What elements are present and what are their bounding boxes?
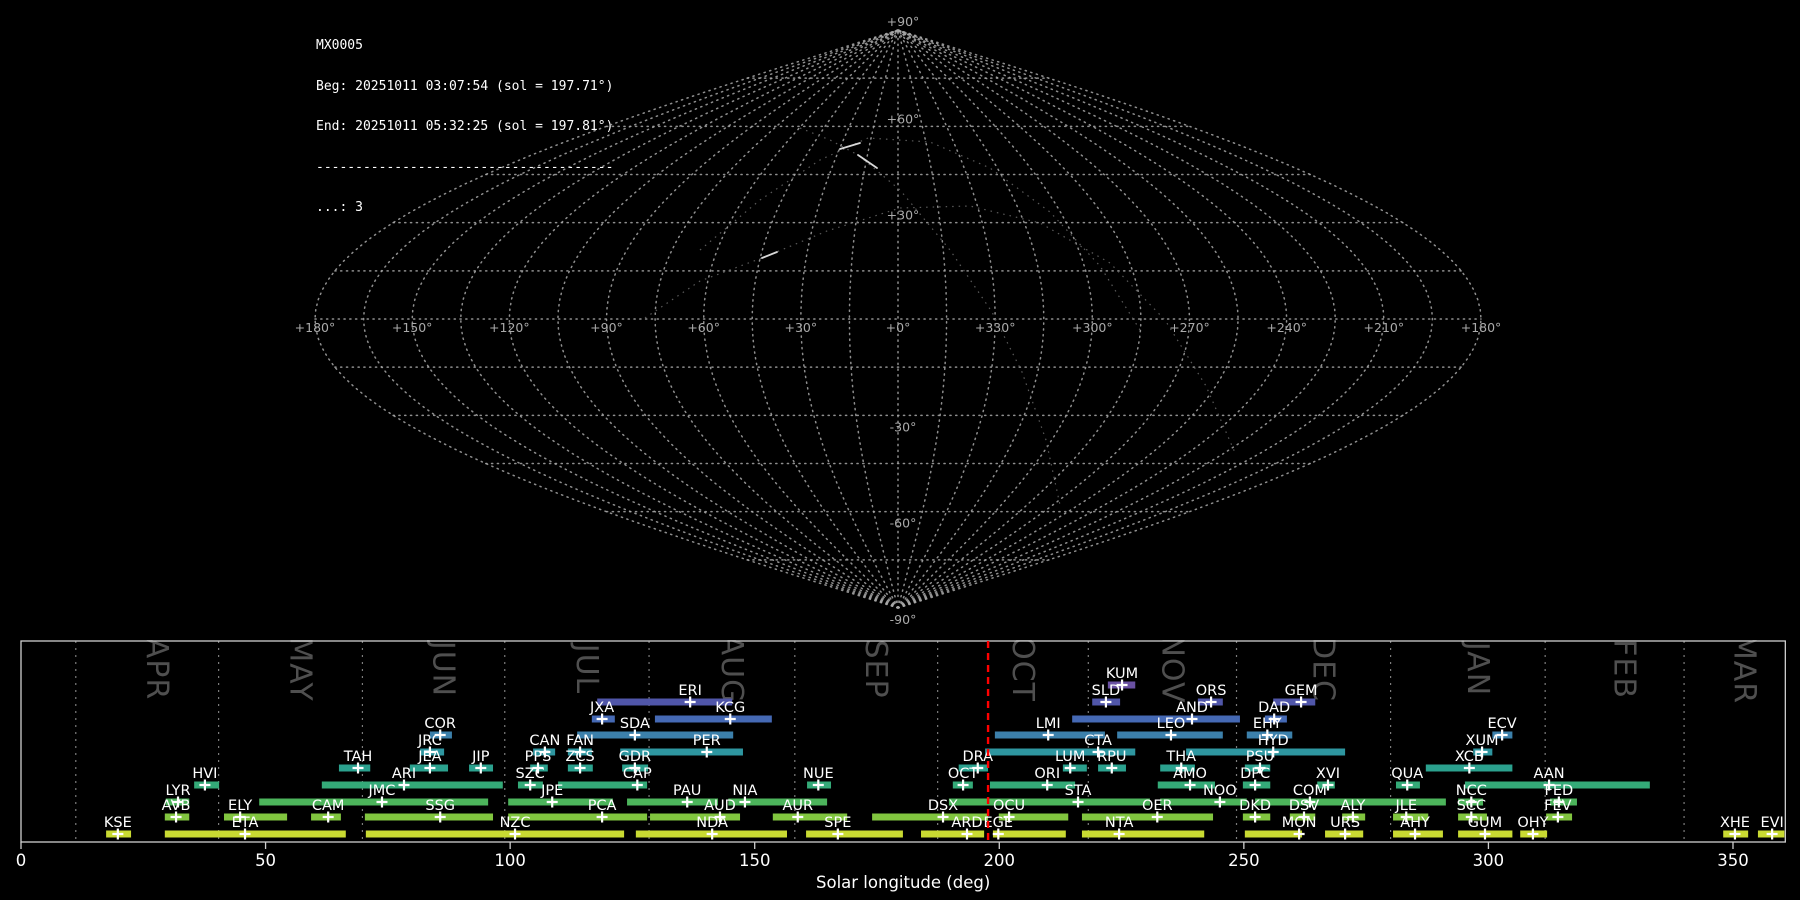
- sky-lon-label: +180°: [295, 320, 336, 335]
- sky-map: +180° +150° +120° +90° +60° +30° +0° +330° +300°…: [295, 14, 1502, 627]
- shower-bar-ARI: [321, 781, 503, 789]
- month-label: JUN: [426, 640, 461, 697]
- month-label: OCT: [1005, 640, 1040, 702]
- x-axis-title: Solar longitude (deg): [816, 873, 990, 892]
- x-tick-label: 350: [1717, 851, 1749, 870]
- sky-lon-label: +150°: [392, 320, 433, 335]
- shower-bar-ARD: [921, 830, 985, 838]
- x-tick-label: 250: [1228, 851, 1260, 870]
- x-tick-label: 0: [16, 851, 27, 870]
- meteor-path-arc: [644, 205, 1237, 456]
- shower-bar-NZC: [365, 830, 625, 838]
- activity-timeline: APR MAY JUN JUL AUG SEP OCT NOV DEC JAN FEB MARKUME…: [16, 640, 1786, 892]
- screenshot-root: MX0005 Beg: 20251011 03:07:54 (sol = 197…: [0, 0, 1800, 900]
- shower-bar-OER: [1081, 813, 1214, 821]
- x-tick-label: 50: [255, 851, 276, 870]
- sky-lon-label: +330°: [975, 320, 1016, 335]
- shower-bar-SPE: [806, 830, 903, 838]
- shower-bar-STA: [948, 798, 1150, 806]
- x-tick-label: 150: [739, 851, 771, 870]
- month-label: MAY: [283, 640, 318, 702]
- meteor-path-arc: [799, 127, 1061, 506]
- shower-bar-NTA: [1081, 830, 1205, 838]
- sky-lat-label: -30°: [890, 419, 917, 434]
- sky-lon-label: +30°: [785, 320, 818, 335]
- meteor-trail: [857, 154, 878, 169]
- sky-lon-label: +120°: [489, 320, 530, 335]
- month-label: FEB: [1607, 640, 1642, 699]
- month-label: APR: [139, 640, 174, 700]
- sky-lat-label: +90°: [887, 14, 920, 29]
- shower-bar-MON: [1244, 830, 1303, 838]
- sky-lon-label: +270°: [1169, 320, 1210, 335]
- shower-bar-ERI: [597, 698, 733, 706]
- month-label: NOV: [1154, 640, 1189, 704]
- month-label: MAR: [1727, 640, 1762, 704]
- sky-lat-label: +30°: [887, 208, 920, 223]
- meteor-trail: [761, 251, 778, 259]
- month-label: JUL: [569, 642, 604, 695]
- x-tick-label: 100: [494, 851, 526, 870]
- meteor-path-arc: [699, 137, 1141, 331]
- month-label: JAN: [1460, 640, 1495, 696]
- sky-lon-label: +300°: [1072, 320, 1113, 335]
- shower-bar-SSG: [364, 813, 494, 821]
- sky-lon-label: +0°: [886, 320, 911, 335]
- x-tick-label: 200: [984, 851, 1016, 870]
- sky-lon-label: +90°: [590, 320, 623, 335]
- sky-lon-label: +180°: [1461, 320, 1502, 335]
- shower-bar-KCG: [654, 715, 772, 723]
- meteor-trail: [839, 142, 861, 150]
- sky-lon-label: +60°: [687, 320, 720, 335]
- shower-bar-NOO: [1160, 798, 1247, 806]
- shower-bar-ETA: [164, 830, 346, 838]
- sky-lon-label: +240°: [1266, 320, 1307, 335]
- sky-lat-label: +60°: [887, 111, 920, 126]
- month-label: SEP: [858, 640, 893, 699]
- x-tick-label: 300: [1473, 851, 1505, 870]
- month-label: AUG: [714, 640, 749, 703]
- sky-lon-label: +210°: [1364, 320, 1405, 335]
- shower-bar-EGE: [992, 830, 1066, 838]
- sky-grid-meridian: [897, 29, 1434, 609]
- sky-lat-label: -60°: [890, 516, 917, 531]
- shower-bar-ORI: [989, 781, 1076, 789]
- sky-lat-label: -90°: [890, 612, 917, 627]
